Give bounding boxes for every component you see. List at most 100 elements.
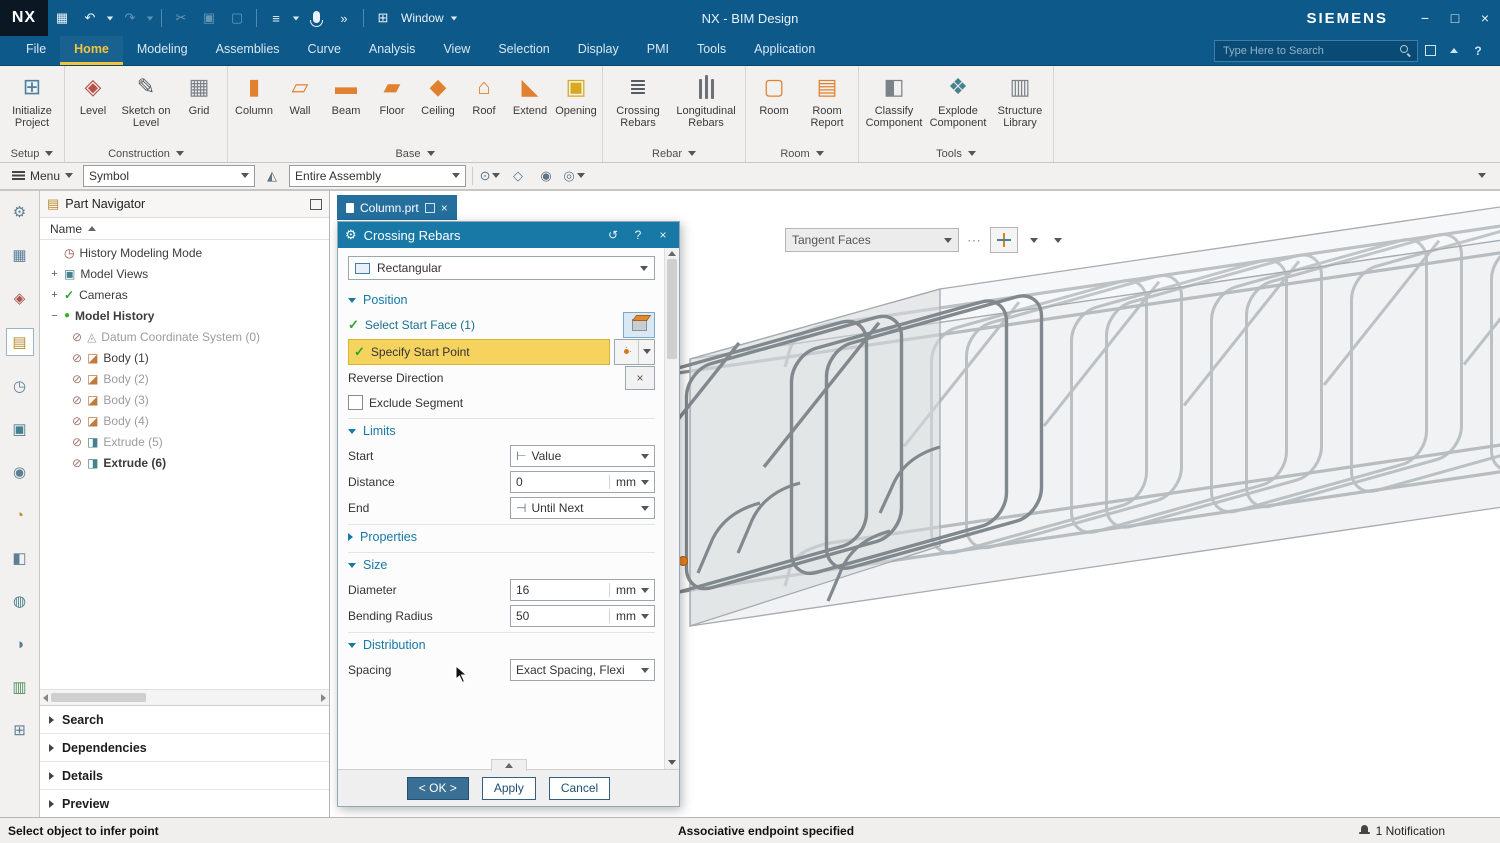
menu-tab-analysis[interactable]: Analysis [355, 36, 430, 65]
ribbon-item-room-report[interactable]: ▤ Room Report [799, 68, 855, 130]
menu-tab-selection[interactable]: Selection [484, 36, 563, 65]
microphone-icon[interactable] [302, 11, 330, 26]
endpoint-snap-icon[interactable]: ◇ [507, 166, 529, 186]
bending-radius-unit[interactable]: mm [609, 609, 636, 623]
point-dialog-button[interactable] [615, 340, 639, 364]
section-position[interactable]: Position [348, 288, 655, 312]
ribbon-item-floor[interactable]: ▰ Floor [369, 68, 415, 117]
suppressed-icon[interactable]: ⊘ [72, 330, 82, 344]
ribbon-item-sketch-on-level[interactable]: ✎ Sketch on Level [118, 68, 174, 130]
tree-item-body-2[interactable]: ⊘ ◪ Body (2) [40, 368, 329, 389]
ribbon-item-grid[interactable]: ▦ Grid [174, 68, 224, 117]
diameter-field[interactable]: 16 mm [510, 579, 655, 601]
minimize-ribbon-icon[interactable] [1442, 48, 1466, 53]
ok-button[interactable]: < OK > [407, 777, 469, 800]
tree-item-cameras[interactable]: + ✓ Cameras [40, 284, 329, 305]
layer-dropdown-caret-icon[interactable] [293, 16, 299, 20]
dialog-help-icon[interactable]: ? [629, 228, 647, 242]
rebar-shape-combo[interactable]: Rectangular [348, 256, 655, 280]
selection-scope-combo[interactable]: Entire Assembly [289, 165, 466, 187]
ribbon-item-structure-library[interactable]: ▥ Structure Library [990, 68, 1050, 130]
section-dependencies[interactable]: Dependencies [40, 734, 329, 762]
menu-tab-application[interactable]: Application [740, 36, 829, 65]
window-grid-icon[interactable]: ⊞ [369, 10, 397, 26]
ribbon-item-beam[interactable]: ▬ Beam [323, 68, 369, 117]
diameter-unit[interactable]: mm [609, 583, 636, 597]
dialog-collapse-handle[interactable] [491, 759, 527, 771]
distance-field[interactable]: 0 mm [510, 471, 655, 493]
face-select-button[interactable] [623, 312, 655, 338]
constraint-navigator-icon[interactable]: ◈ [7, 285, 33, 311]
menu-tab-tools[interactable]: Tools [683, 36, 740, 65]
suppressed-icon[interactable]: ⊘ [72, 351, 82, 365]
cancel-button[interactable]: Cancel [549, 777, 610, 800]
ribbon-item-column[interactable]: ▮ Column [231, 68, 277, 117]
save-icon[interactable]: ▦ [48, 10, 76, 26]
scroll-up-icon[interactable] [668, 251, 676, 256]
undo-icon[interactable]: ↶ [76, 10, 104, 26]
menu-tab-home[interactable]: Home [60, 36, 123, 65]
selection-filter-combo[interactable]: Symbol [83, 165, 255, 187]
search-icon[interactable] [1400, 45, 1411, 56]
touch-mode-icon[interactable]: ⊞ [7, 717, 33, 743]
menu-tab-display[interactable]: Display [564, 36, 633, 65]
apply-button[interactable]: Apply [482, 777, 536, 800]
ribbon-item-wall[interactable]: ▱ Wall [277, 68, 323, 117]
distance-unit[interactable]: mm [609, 475, 636, 489]
spacing-combo[interactable]: Exact Spacing, Flexi [510, 659, 655, 681]
hd3d-tools-icon[interactable]: ▣ [7, 416, 33, 442]
ribbon-item-room[interactable]: ▢ Room [749, 68, 799, 117]
section-details[interactable]: Details [40, 762, 329, 790]
suppressed-icon[interactable]: ⊘ [72, 393, 82, 407]
copy-icon[interactable]: ▣ [195, 10, 223, 26]
menu-tab-file[interactable]: File [12, 36, 60, 65]
dialog-header[interactable]: ⚙ Crossing Rebars ↺ ? × [338, 222, 679, 248]
menu-tab-pmi[interactable]: PMI [633, 36, 683, 65]
menu-button[interactable]: Menu [8, 169, 77, 183]
orient-view-button[interactable] [990, 227, 1018, 253]
ribbon-item-ceiling[interactable]: ◆ Ceiling [415, 68, 461, 117]
more-options-icon[interactable]: ⋯ [967, 232, 982, 249]
tree-item-model-history[interactable]: − ● Model History [40, 305, 329, 326]
manufacturing-wizard-icon[interactable]: ◍ [7, 588, 33, 614]
fullscreen-icon[interactable] [1418, 45, 1442, 56]
collapse-icon[interactable]: − [50, 310, 59, 322]
scroll-right-icon[interactable] [321, 694, 326, 702]
horizontal-scrollbar[interactable] [40, 689, 329, 705]
menu-tab-assemblies[interactable]: Assemblies [202, 36, 294, 65]
start-limit-combo[interactable]: ⊢ Value [510, 445, 655, 467]
ribbon-item-crossing-rebars[interactable]: ≣ Crossing Rebars [606, 68, 670, 130]
history-icon[interactable]: ◔ [7, 502, 33, 528]
settings-icon[interactable]: ⚙ [7, 199, 33, 225]
cut-icon[interactable]: ✂ [167, 10, 195, 26]
system-materials-icon[interactable]: ▥ [7, 674, 33, 700]
dialog-reset-icon[interactable]: ↺ [604, 228, 622, 242]
ribbon-item-longitudinal-rebars[interactable]: Longitudinal Rebars [670, 68, 742, 130]
search-box[interactable] [1214, 40, 1418, 62]
ribbon-group-label-tools[interactable]: Tools [859, 145, 1053, 162]
reverse-direction-button[interactable]: × [625, 366, 655, 390]
suppressed-icon[interactable]: ⊘ [72, 372, 82, 386]
ribbon-group-label-base[interactable]: Base [228, 145, 602, 162]
midpoint-snap-icon[interactable]: ◉ [535, 166, 557, 186]
tab-pin-icon[interactable] [425, 203, 435, 213]
help-icon[interactable]: ? [1466, 44, 1490, 58]
web-browser-icon[interactable]: ◉ [7, 459, 33, 485]
intersection-snap-icon[interactable]: ◎ [563, 166, 585, 186]
ribbon-group-label-rebar[interactable]: Rebar [603, 145, 745, 162]
ribbon-item-classify-component[interactable]: ◧ Classify Component [862, 68, 926, 130]
reuse-library-icon[interactable]: ◷ [7, 373, 33, 399]
tab-close-icon[interactable]: × [441, 201, 448, 215]
section-preview[interactable]: Preview [40, 790, 329, 818]
redo-icon[interactable]: ↷ [116, 10, 144, 26]
ribbon-item-roof[interactable]: ⌂ Roof [461, 68, 507, 117]
bending-radius-field[interactable]: 50 mm [510, 605, 655, 627]
role-icon[interactable]: ◑ [7, 631, 33, 657]
ribbon-item-explode-component[interactable]: ❖ Explode Component [926, 68, 990, 130]
paste-icon[interactable]: ▢ [223, 10, 251, 26]
expand-icon[interactable]: + [50, 289, 59, 301]
tree-item-extrude-5[interactable]: ⊘ ◨ Extrude (5) [40, 431, 329, 452]
maximize-button[interactable]: □ [1440, 0, 1470, 36]
graphics-window[interactable]: Tangent Faces ⋯ Column.prt × ⚙ Crossing … [330, 190, 1500, 818]
select-start-face-row[interactable]: ✓ Select Start Face (1) [348, 312, 655, 338]
